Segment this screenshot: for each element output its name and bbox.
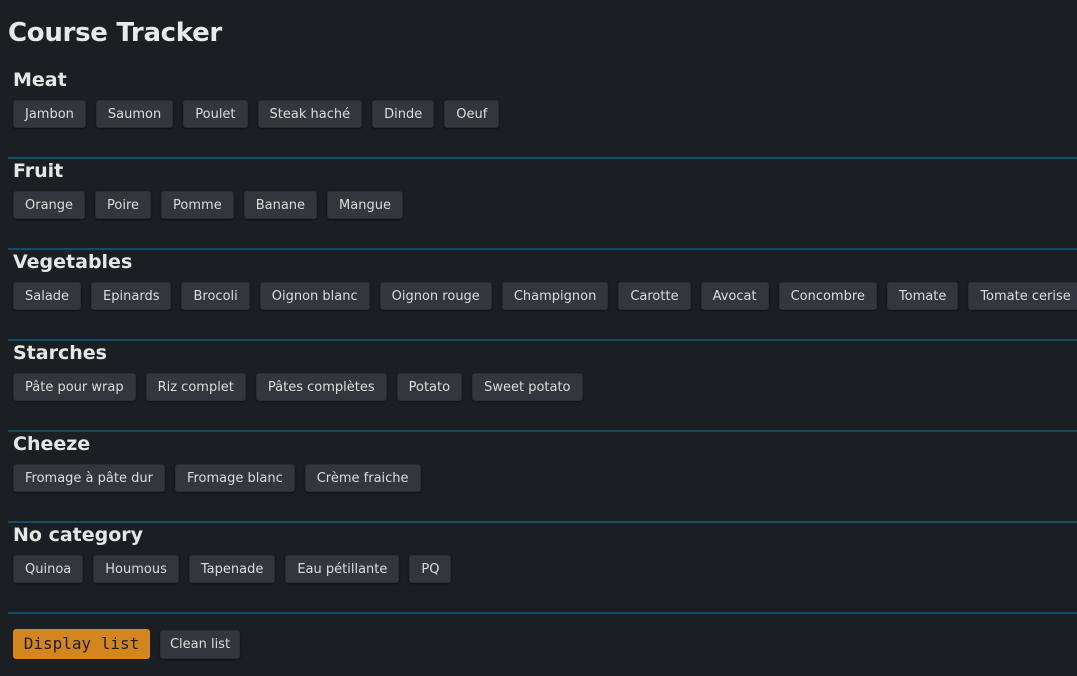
item-chip[interactable]: Avocat [700,282,769,310]
item-chip-row: Salade Epinards Brocoli Oignon blanc Oignon … [13,282,1077,310]
clean-list-button[interactable]: Clean list [160,630,240,659]
category-title: Vegetables [13,251,133,273]
category-title: Cheeze [13,433,91,455]
category-section: Meat Jambon Saumon Poulet Steak haché Dinde Oe… [8,68,1077,159]
item-chip-row: Jambon Saumon Poulet Steak haché Dinde Oeuf [13,100,500,128]
display-list-button[interactable]: Display list [13,629,150,659]
item-chip[interactable]: Tomate cerise [968,282,1077,310]
item-chip[interactable]: Dinde [372,100,435,128]
item-chip-row: Pâte pour wrap Riz complet Pâtes complètes… [13,373,583,401]
item-chip[interactable]: Orange [13,191,86,219]
item-chip[interactable]: Epinards [91,282,172,310]
item-chip[interactable]: Fromage blanc [174,464,295,492]
item-chip[interactable]: Tapenade [188,555,276,583]
category-section: Starches Pâte pour wrap Riz complet Pâtes c… [8,341,1077,432]
category-section: Cheeze Fromage à pâte dur Fromage blanc Crè… [8,432,1077,523]
category-section: Vegetables Salade Epinards Brocoli Oignon bl… [8,250,1077,341]
item-chip[interactable]: Concombre [778,282,877,310]
item-chip[interactable]: Oignon rouge [379,282,492,310]
item-chip[interactable]: Quinoa [13,555,84,583]
category-title: Meat [13,69,67,91]
category-title: Starches [13,342,107,364]
item-chip[interactable]: Eau pétillante [285,555,400,583]
item-chip[interactable]: Pâte pour wrap [13,373,136,401]
item-chip[interactable]: Houmous [93,555,179,583]
item-chip[interactable]: Pomme [161,191,234,219]
page-title: Course Tracker [8,18,222,48]
category-title: Fruit [13,160,64,182]
actions-divider [8,612,1077,614]
item-chip[interactable]: Pâtes complètes [255,373,387,401]
item-chip[interactable]: Poire [95,191,152,219]
item-chip[interactable]: Sweet potato [472,373,583,401]
item-chip[interactable]: Oeuf [444,100,500,128]
item-chip[interactable]: Champignon [501,282,609,310]
item-chip[interactable]: Crème fraiche [304,464,421,492]
item-chip[interactable]: Jambon [13,100,86,128]
category-section: No category Quinoa Houmous Tapenade Eau péti… [8,523,1077,614]
item-chip[interactable]: Potato [396,373,463,401]
category-section: Fruit Orange Poire Pomme Banane Mangue [8,159,1077,250]
category-title: No category [13,524,144,546]
item-chip[interactable]: PQ [409,555,452,583]
item-chip[interactable]: Fromage à pâte dur [13,464,165,492]
item-chip[interactable]: Salade [13,282,82,310]
item-chip[interactable]: Oignon blanc [259,282,370,310]
item-chip-row: Fromage à pâte dur Fromage blanc Crème fra… [13,464,421,492]
item-chip[interactable]: Poulet [183,100,248,128]
item-chip[interactable]: Steak haché [257,100,363,128]
item-chip[interactable]: Banane [243,191,318,219]
item-chip[interactable]: Brocoli [181,282,250,310]
item-chip[interactable]: Tomate [886,282,959,310]
item-chip[interactable]: Carotte [618,282,691,310]
item-chip[interactable]: Riz complet [145,373,246,401]
item-chip[interactable]: Mangue [327,191,403,219]
item-chip-row: Orange Poire Pomme Banane Mangue [13,191,403,219]
item-chip[interactable]: Saumon [95,100,174,128]
item-chip-row: Quinoa Houmous Tapenade Eau pétillante PQ [13,555,452,583]
course-tracker-app: Course Tracker Meat Jambon Saumon Poulet Ste… [0,0,1077,676]
